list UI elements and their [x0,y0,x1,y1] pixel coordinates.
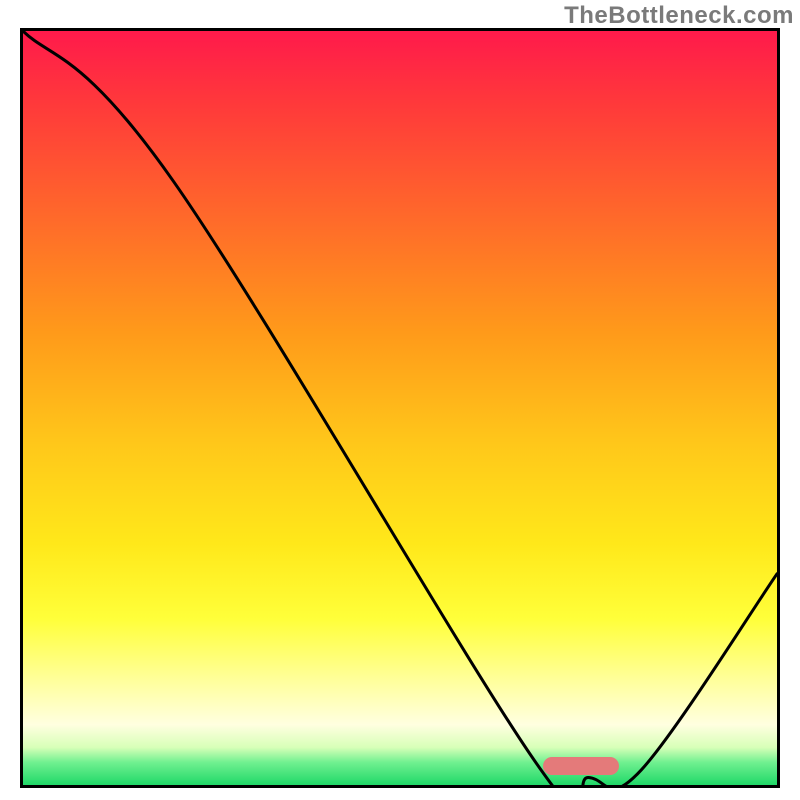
bottleneck-curve [23,31,777,785]
plot-frame [20,28,780,788]
chart-container: TheBottleneck.com [0,0,800,800]
watermark-text: TheBottleneck.com [564,2,794,30]
optimal-range-marker [543,757,618,775]
